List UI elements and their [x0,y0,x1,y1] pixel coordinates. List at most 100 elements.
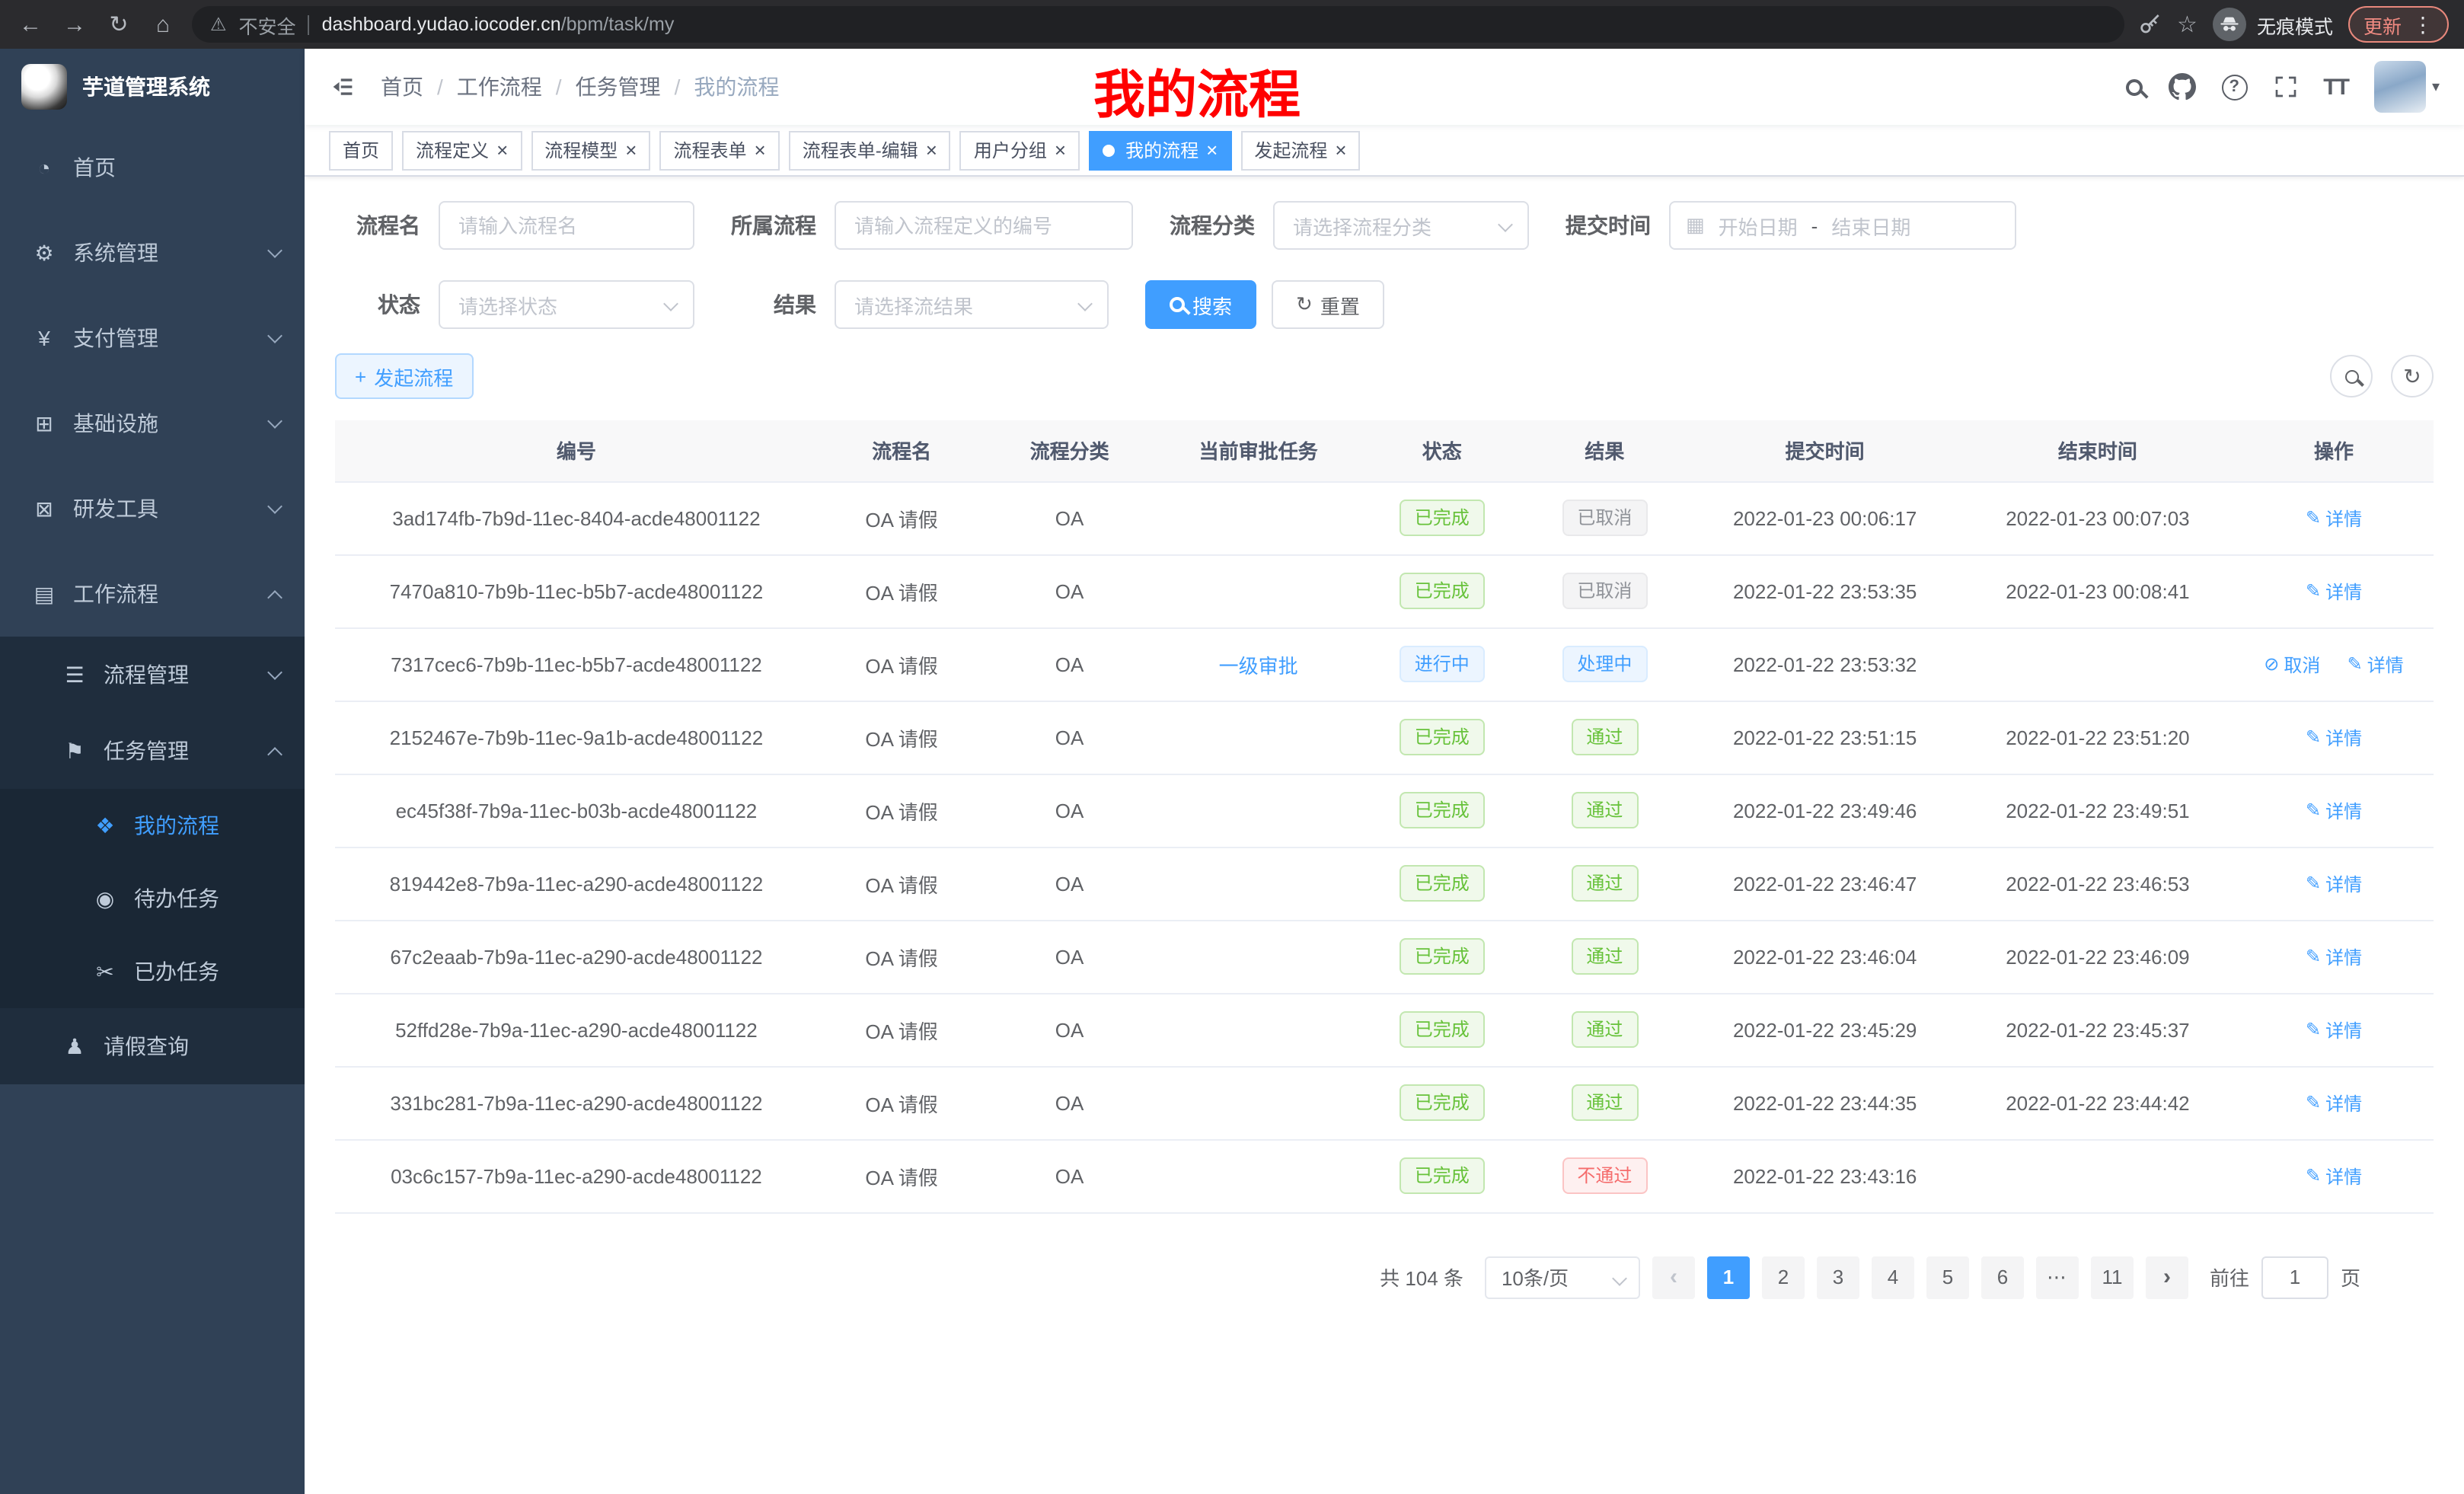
search-button[interactable]: 搜索 [1145,280,1256,329]
goto-page-input[interactable] [2261,1256,2328,1298]
page-number-button[interactable]: ⋯ [2036,1256,2079,1298]
next-page-button[interactable]: › [2146,1256,2188,1298]
page-number-button[interactable]: 2 [1762,1256,1805,1298]
update-button[interactable]: 更新 ⋮ [2348,6,2449,43]
detail-action[interactable]: ✎详情 [2306,505,2362,531]
detail-action[interactable]: ✎详情 [2306,797,2362,823]
close-icon[interactable]: × [496,140,508,160]
detail-action[interactable]: ✎详情 [2306,578,2362,604]
close-icon[interactable]: × [755,140,766,160]
tab[interactable]: 首页 [329,130,393,170]
edit-icon: ✎ [2348,653,2363,675]
sidebar-item[interactable]: ✂ 已办任务 [0,935,305,1008]
close-icon[interactable]: × [625,140,637,160]
logo-image [21,64,67,110]
back-icon[interactable]: ← [15,11,46,37]
table-row[interactable]: 331bc281-7b9a-11ec-a290-acde48001122 OA … [335,1066,2434,1139]
result-cell: 通过 [1521,920,1688,993]
browser-menu-icon[interactable]: ⋮ [2412,11,2434,37]
toggle-search-button[interactable] [2330,355,2373,397]
reset-button[interactable]: ↻ 重置 [1272,280,1384,329]
prev-page-button[interactable]: ‹ [1652,1256,1695,1298]
breadcrumb-item[interactable]: 工作流程 [457,72,542,102]
forward-icon[interactable]: → [59,11,90,37]
close-icon[interactable]: × [1055,140,1066,160]
sidebar-item[interactable]: ¥ 支付管理 [0,295,305,381]
sidebar-item[interactable]: ▤ 工作流程 [0,551,305,637]
detail-action[interactable]: ✎详情 [2306,870,2362,896]
table-row[interactable]: 7470a810-7b9b-11ec-b5b7-acde48001122 OA … [335,554,2434,627]
detail-action[interactable]: ✎详情 [2306,1163,2362,1189]
close-icon[interactable]: × [926,140,937,160]
home-icon[interactable]: ⌂ [148,11,178,37]
page-number-button[interactable]: 4 [1872,1256,1914,1298]
sidebar-item[interactable]: ⊠ 研发工具 [0,466,305,551]
result-cell: 已取消 [1521,481,1688,554]
font-size-icon[interactable]: TT [2323,74,2348,100]
page-number-button[interactable]: 11 [2091,1256,2134,1298]
page-number-button[interactable]: 1 [1707,1256,1750,1298]
sidebar-item[interactable]: ⚙ 系统管理 [0,210,305,295]
cancel-action[interactable]: ⊘取消 [2264,651,2320,677]
page-number-button[interactable]: 5 [1926,1256,1969,1298]
tab[interactable]: 发起流程 × [1240,130,1360,170]
key-icon[interactable] [2137,12,2162,37]
sidebar-item[interactable]: ☰ 流程管理 [0,637,305,713]
current-task-link[interactable]: 一级审批 [1219,654,1298,677]
table-row[interactable]: 03c6c157-7b9a-11ec-a290-acde48001122 OA … [335,1139,2434,1212]
reload-icon[interactable]: ↻ [104,11,134,38]
tab[interactable]: 流程定义 × [402,130,522,170]
tab[interactable]: 流程表单 × [659,130,779,170]
sidebar-item[interactable]: ⊞ 基础设施 [0,381,305,466]
table-row[interactable]: 3ad174fb-7b9d-11ec-8404-acde48001122 OA … [335,481,2434,554]
page-size-select[interactable]: 10条/页 [1485,1256,1640,1298]
address-bar[interactable]: ⚠ 不安全 dashboard.yudao.iocoder.cn/bpm/tas… [192,6,2124,43]
page-number-button[interactable]: 3 [1817,1256,1859,1298]
detail-action[interactable]: ✎详情 [2306,1017,2362,1042]
sidebar-item[interactable]: ◉ 待办任务 [0,862,305,935]
process-name-input[interactable] [439,201,694,250]
close-icon[interactable]: × [1335,140,1346,160]
table-row[interactable]: 67c2eaab-7b9a-11ec-a290-acde48001122 OA … [335,920,2434,993]
close-icon[interactable]: × [1206,140,1218,160]
table-row[interactable]: ec45f38f-7b9a-11ec-b03b-acde48001122 OA … [335,774,2434,847]
status-select[interactable]: 请选择状态 [439,280,694,329]
detail-action[interactable]: ✎详情 [2306,943,2362,969]
result-select[interactable]: 请选择流结果 [835,280,1109,329]
refresh-table-button[interactable]: ↻ [2391,355,2434,397]
process-definition-input[interactable] [835,201,1133,250]
submit-time-range-picker[interactable]: ▦ 开始日期 - 结束日期 [1669,201,2016,250]
bookmark-star-icon[interactable]: ☆ [2177,11,2197,38]
table-row[interactable]: 52ffd28e-7b9a-11ec-a290-acde48001122 OA … [335,993,2434,1066]
breadcrumb-item[interactable]: 任务管理 [576,72,661,102]
fullscreen-icon[interactable] [2273,75,2297,99]
create-process-button[interactable]: + 发起流程 [335,353,473,399]
tab[interactable]: 用户分组 × [960,130,1080,170]
sidebar-item[interactable]: ❖ 我的流程 [0,789,305,862]
sidebar-item[interactable]: ◔ 首页 [0,125,305,210]
user-avatar[interactable]: ▾ [2374,61,2440,113]
tab[interactable]: 我的流程 × [1089,130,1231,170]
sidebar-item[interactable]: ⚑ 任务管理 [0,713,305,789]
help-icon[interactable]: ? [2221,74,2247,100]
category-select[interactable]: 请选择流程分类 [1273,201,1529,250]
sidebar-item-label: 工作流程 [73,579,158,609]
breadcrumb-item[interactable]: 首页 [381,72,423,102]
table-row[interactable]: 7317cec6-7b9b-11ec-b5b7-acde48001122 OA … [335,627,2434,701]
table-row[interactable]: 2152467e-7b9b-11ec-9a1b-acde48001122 OA … [335,701,2434,774]
sidebar-item[interactable]: ♟ 请假查询 [0,1008,305,1084]
search-icon[interactable] [2125,78,2142,95]
github-icon[interactable] [2168,73,2195,101]
detail-action[interactable]: ✎详情 [2306,1090,2362,1116]
tab[interactable]: 流程表单-编辑 × [789,130,951,170]
detail-action[interactable]: ✎详情 [2306,724,2362,750]
app-logo[interactable]: 芋道管理系统 [0,49,305,125]
security-label[interactable]: 不安全 [239,10,296,39]
page-number-button[interactable]: 6 [1981,1256,2024,1298]
hamburger-icon[interactable] [329,73,356,101]
breadcrumb-item[interactable]: 我的流程 [694,72,779,102]
detail-action[interactable]: ✎详情 [2348,651,2404,677]
tab[interactable]: 流程模型 × [531,130,650,170]
incognito-spy-icon [2213,8,2246,41]
table-row[interactable]: 819442e8-7b9a-11ec-a290-acde48001122 OA … [335,847,2434,920]
